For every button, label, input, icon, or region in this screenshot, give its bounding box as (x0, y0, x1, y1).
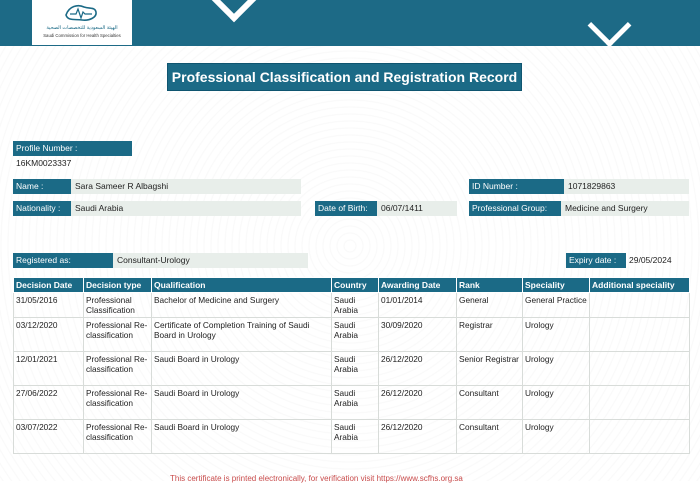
cell-decision-date: 03/12/2020 (13, 317, 84, 352)
chevron-decoration-icon (205, 0, 263, 23)
profile-number-label: Profile Number : (13, 141, 132, 156)
cell-rank: Consultant (456, 419, 523, 454)
profile-number-value: 16KM0023337 (16, 158, 72, 168)
table-row: 31/05/2016 Professional Classification B… (13, 292, 690, 318)
header-qualification: Qualification (151, 277, 332, 293)
nationality-label: Nationality : (13, 201, 71, 216)
heartbeat-logo-icon (65, 4, 97, 21)
nationality-value: Saudi Arabia (71, 201, 301, 216)
cell-decision-date: 12/01/2021 (13, 351, 84, 386)
cell-rank: General (456, 292, 523, 318)
cell-country: Saudi Arabia (331, 419, 379, 454)
header-rank: Rank (456, 277, 523, 293)
cell-awarding-date: 30/09/2020 (378, 317, 457, 352)
cell-decision-type: Professional Re-classification (83, 317, 152, 352)
cell-awarding-date: 26/12/2020 (378, 351, 457, 386)
header-country: Country (331, 277, 379, 293)
cell-qualification: Saudi Board in Urology (151, 419, 332, 454)
classification-table: Decision Date Decision type Qualificatio… (13, 277, 690, 454)
header-speciality: Speciality (522, 277, 590, 293)
cell-speciality: Urology (522, 317, 590, 352)
cell-country: Saudi Arabia (331, 292, 379, 318)
professional-group-value: Medicine and Surgery (561, 201, 689, 216)
professional-group-label: Professional Group: (469, 201, 561, 216)
cell-decision-type: Professional Classification (83, 292, 152, 318)
cell-speciality: Urology (522, 385, 590, 420)
dob-label: Date of Birth: (315, 201, 377, 216)
logo-english-name: Saudi Commission for Health Specialties (43, 33, 121, 38)
cell-rank: Registrar (456, 317, 523, 352)
cell-additional-speciality (589, 385, 690, 420)
verification-footer-note: This certificate is printed electronical… (170, 474, 463, 483)
cell-decision-date: 27/06/2022 (13, 385, 84, 420)
cell-rank: Consultant (456, 385, 523, 420)
name-label: Name : (13, 179, 71, 194)
cell-qualification: Certificate of Completion Training of Sa… (151, 317, 332, 352)
id-number-label: ID Number : (469, 179, 564, 194)
header-additional-speciality: Additional speciality (589, 277, 690, 293)
scfhs-logo: الهيئة السعودية للتخصصات الصحية Saudi Co… (32, 0, 132, 45)
table-row: 12/01/2021 Professional Re-classificatio… (13, 351, 690, 386)
document-title: Professional Classification and Registra… (167, 63, 522, 91)
cell-decision-date: 03/07/2022 (13, 419, 84, 454)
cell-speciality: Urology (522, 351, 590, 386)
cell-decision-type: Professional Re-classification (83, 385, 152, 420)
cell-additional-speciality (589, 317, 690, 352)
cell-country: Saudi Arabia (331, 385, 379, 420)
registered-as-value: Consultant-Urology (113, 253, 308, 268)
header-awarding-date: Awarding Date (378, 277, 457, 293)
cell-speciality: General Practice (522, 292, 590, 318)
cell-rank: Senior Registrar (456, 351, 523, 386)
cell-qualification: Saudi Board in Urology (151, 351, 332, 386)
table-row: 03/07/2022 Professional Re-classificatio… (13, 419, 690, 454)
dob-value: 06/07/1411 (377, 201, 457, 216)
header-decision-type: Decision type (83, 277, 152, 293)
cell-awarding-date: 26/12/2020 (378, 419, 457, 454)
cell-decision-type: Professional Re-classification (83, 351, 152, 386)
cell-additional-speciality (589, 419, 690, 454)
cell-awarding-date: 26/12/2020 (378, 385, 457, 420)
expiry-date-value: 29/05/2024 (629, 255, 672, 265)
cell-additional-speciality (589, 292, 690, 318)
cell-awarding-date: 01/01/2014 (378, 292, 457, 318)
table-row: 03/12/2020 Professional Re-classificatio… (13, 317, 690, 352)
id-number-value: 1071829863 (564, 179, 689, 194)
table-row: 27/06/2022 Professional Re-classificatio… (13, 385, 690, 420)
cell-additional-speciality (589, 351, 690, 386)
cell-decision-type: Professional Re-classification (83, 419, 152, 454)
cell-decision-date: 31/05/2016 (13, 292, 84, 318)
header-decision-date: Decision Date (13, 277, 84, 293)
name-value: Sara Sameer R Albagshi (71, 179, 301, 194)
cell-country: Saudi Arabia (331, 351, 379, 386)
chevron-decoration-icon (587, 3, 632, 46)
cell-country: Saudi Arabia (331, 317, 379, 352)
table-header-row: Decision Date Decision type Qualificatio… (13, 277, 690, 293)
registered-as-label: Registered as: (13, 253, 113, 268)
logo-arabic-name: الهيئة السعودية للتخصصات الصحية (46, 25, 118, 31)
cell-speciality: Urology (522, 419, 590, 454)
cell-qualification: Saudi Board in Urology (151, 385, 332, 420)
expiry-date-label: Expiry date : (566, 253, 626, 268)
cell-qualification: Bachelor of Medicine and Surgery (151, 292, 332, 318)
